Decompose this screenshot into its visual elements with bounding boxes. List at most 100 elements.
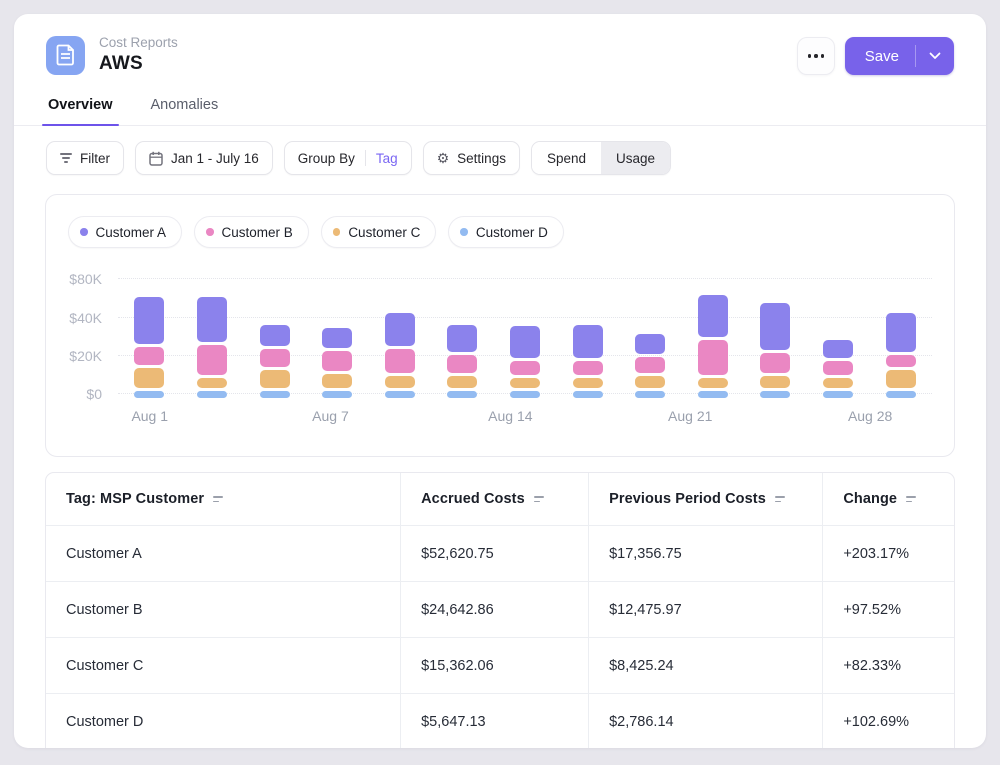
stacked-bar[interactable] bbox=[197, 297, 227, 398]
bar-segment-customer-b[interactable] bbox=[134, 347, 164, 365]
column-header[interactable]: Accrued Costs bbox=[400, 473, 588, 525]
bar-segment-customer-a[interactable] bbox=[260, 325, 290, 347]
filter-label: Filter bbox=[80, 151, 110, 166]
bar-segment-customer-d[interactable] bbox=[698, 391, 728, 398]
bar-segment-customer-d[interactable] bbox=[134, 391, 164, 398]
stacked-bar[interactable] bbox=[635, 334, 665, 398]
bar-segment-customer-c[interactable] bbox=[635, 376, 665, 388]
more-actions-button[interactable] bbox=[797, 37, 835, 75]
change-cell: +97.52% bbox=[822, 582, 954, 637]
bar-segment-customer-d[interactable] bbox=[197, 391, 227, 398]
bar-segment-customer-a[interactable] bbox=[698, 295, 728, 336]
bar-segment-customer-c[interactable] bbox=[447, 376, 477, 388]
legend-pill-customer-b[interactable]: Customer B bbox=[194, 216, 309, 248]
bar-segment-customer-d[interactable] bbox=[260, 391, 290, 398]
bar-segment-customer-b[interactable] bbox=[385, 349, 415, 373]
stacked-bar[interactable] bbox=[823, 340, 853, 398]
legend-pill-customer-a[interactable]: Customer A bbox=[68, 216, 182, 248]
header: Cost Reports AWS Save bbox=[14, 14, 986, 75]
bar-segment-customer-d[interactable] bbox=[886, 391, 916, 398]
bar-segment-customer-a[interactable] bbox=[823, 340, 853, 358]
bar-segment-customer-d[interactable] bbox=[635, 391, 665, 398]
table-row: Customer B$24,642.86$12,475.97+97.52% bbox=[46, 581, 954, 637]
bar-segment-customer-b[interactable] bbox=[322, 351, 352, 371]
y-tick-label: $40K bbox=[69, 310, 102, 326]
stacked-bar[interactable] bbox=[886, 313, 916, 398]
bar-segment-customer-d[interactable] bbox=[322, 391, 352, 398]
bar-segment-customer-c[interactable] bbox=[886, 370, 916, 388]
bar-segment-customer-a[interactable] bbox=[322, 328, 352, 348]
sort-icon[interactable] bbox=[534, 496, 544, 503]
previous-period-cell: $17,356.75 bbox=[588, 526, 822, 581]
bar-segment-customer-b[interactable] bbox=[510, 361, 540, 375]
bar-segment-customer-b[interactable] bbox=[260, 349, 290, 367]
save-dropdown-button[interactable] bbox=[916, 37, 954, 75]
cost-chart-card: Customer A Customer B Customer C Customer D… bbox=[45, 194, 955, 457]
bar-segment-customer-c[interactable] bbox=[760, 376, 790, 388]
bar-segment-customer-a[interactable] bbox=[573, 325, 603, 358]
stacked-bar[interactable] bbox=[698, 295, 728, 398]
bar-segment-customer-b[interactable] bbox=[635, 357, 665, 373]
filter-button[interactable]: Filter bbox=[46, 141, 124, 175]
bar-segment-customer-c[interactable] bbox=[197, 378, 227, 388]
tab-anomalies[interactable]: Anomalies bbox=[149, 91, 221, 125]
settings-button[interactable]: ⚙ Settings bbox=[423, 141, 520, 175]
bar-segment-customer-d[interactable] bbox=[447, 391, 477, 398]
bar-segment-customer-c[interactable] bbox=[823, 378, 853, 388]
bar-segment-customer-d[interactable] bbox=[823, 391, 853, 398]
stacked-bar[interactable] bbox=[510, 326, 540, 398]
sort-icon[interactable] bbox=[213, 496, 223, 503]
report-type-label: Cost Reports bbox=[99, 35, 178, 50]
date-range-button[interactable]: Jan 1 - July 16 bbox=[135, 141, 273, 175]
save-split-button[interactable]: Save bbox=[845, 37, 954, 75]
bar-segment-customer-c[interactable] bbox=[385, 376, 415, 388]
bar-segment-customer-d[interactable] bbox=[573, 391, 603, 398]
bar-segment-customer-a[interactable] bbox=[886, 313, 916, 352]
bar-segment-customer-c[interactable] bbox=[698, 378, 728, 388]
legend-pill-customer-c[interactable]: Customer C bbox=[321, 216, 437, 248]
bar-segment-customer-a[interactable] bbox=[510, 326, 540, 357]
stacked-bar[interactable] bbox=[760, 303, 790, 398]
sort-icon[interactable] bbox=[775, 496, 785, 503]
bar-segment-customer-a[interactable] bbox=[635, 334, 665, 354]
bar-segment-customer-b[interactable] bbox=[760, 353, 790, 373]
save-button[interactable]: Save bbox=[845, 37, 915, 75]
stacked-bar[interactable] bbox=[573, 325, 603, 398]
change-cell: +102.69% bbox=[822, 694, 954, 748]
stacked-bar[interactable] bbox=[447, 325, 477, 398]
stacked-bar[interactable] bbox=[260, 325, 290, 398]
legend-dot-icon bbox=[333, 228, 341, 236]
bar-segment-customer-d[interactable] bbox=[760, 391, 790, 398]
bar-segment-customer-b[interactable] bbox=[573, 361, 603, 375]
stacked-bar[interactable] bbox=[385, 313, 415, 398]
bar-segment-customer-c[interactable] bbox=[260, 370, 290, 388]
column-header[interactable]: Previous Period Costs bbox=[588, 473, 822, 525]
bar-segment-customer-a[interactable] bbox=[760, 303, 790, 350]
bar-segment-customer-a[interactable] bbox=[134, 297, 164, 344]
bar-segment-customer-c[interactable] bbox=[134, 368, 164, 388]
bar-segment-customer-c[interactable] bbox=[573, 378, 603, 388]
bar-segment-customer-b[interactable] bbox=[447, 355, 477, 373]
segment-spend[interactable]: Spend bbox=[532, 142, 601, 174]
group-by-button[interactable]: Group By Tag bbox=[284, 141, 412, 175]
bar-segment-customer-d[interactable] bbox=[385, 391, 415, 398]
column-header[interactable]: Change bbox=[822, 473, 954, 525]
bar-segment-customer-c[interactable] bbox=[510, 378, 540, 388]
segment-usage[interactable]: Usage bbox=[601, 142, 670, 174]
stacked-bar[interactable] bbox=[322, 328, 352, 398]
tab-overview[interactable]: Overview bbox=[46, 91, 115, 125]
bar-segment-customer-a[interactable] bbox=[447, 325, 477, 352]
bar-segment-customer-d[interactable] bbox=[510, 391, 540, 398]
bar-segment-customer-b[interactable] bbox=[886, 355, 916, 367]
bar-segment-customer-b[interactable] bbox=[698, 340, 728, 375]
legend-pill-customer-d[interactable]: Customer D bbox=[448, 216, 564, 248]
bar-segment-customer-c[interactable] bbox=[322, 374, 352, 388]
stacked-bar[interactable] bbox=[134, 297, 164, 398]
change-cell: +82.33% bbox=[822, 638, 954, 693]
sort-icon[interactable] bbox=[906, 496, 916, 503]
bar-segment-customer-b[interactable] bbox=[197, 345, 227, 374]
bar-segment-customer-b[interactable] bbox=[823, 361, 853, 375]
bar-segment-customer-a[interactable] bbox=[197, 297, 227, 342]
column-header[interactable]: Tag: MSP Customer bbox=[46, 473, 400, 525]
bar-segment-customer-a[interactable] bbox=[385, 313, 415, 346]
